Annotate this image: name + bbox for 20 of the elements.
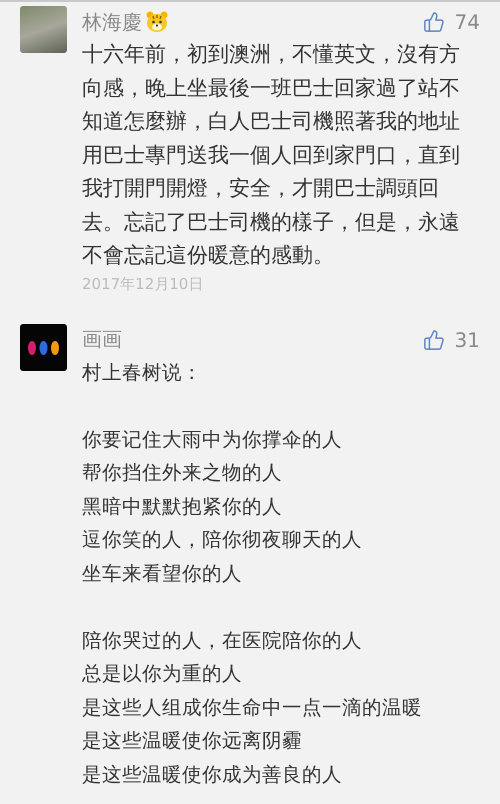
like-icon[interactable] [422, 11, 445, 33]
comment-line: 是这些温暖使你成为善良的人 [82, 762, 343, 788]
comment-line: 陪你哭过的人，在医院陪你的人 [82, 628, 363, 654]
avatar-drawing[interactable] [20, 324, 67, 370]
comment-line: 是这些温暖使你远离阴霾 [82, 728, 303, 754]
comment-line: 黑暗中默默抱紧你的人 [82, 494, 283, 520]
comment-text: 十六年前，初到澳洲，不懂英文，沒有方向感，晚上坐最後一班巴士回家過了站不知道怎麼辦，白人巴士司機照著我的地址用巴士專門送我一個人回到家門口，直到我打開門開燈，安全，才開巴士調頭回去。忘記了巴士司機的樣子，但是，永遠不會忘記這份暖意的感動。 [82, 41, 461, 269]
author-name[interactable]: 林海慶 [82, 8, 142, 36]
like-count: 74 [454, 10, 480, 34]
author-name[interactable]: 画画 [82, 326, 122, 353]
comment-line: 是这些人组成你生命中一点一滴的温暖 [82, 694, 423, 720]
comment-line: 你要记住大雨中为你撑伞的人 [82, 426, 343, 452]
like-icon[interactable] [422, 328, 445, 350]
like-count: 31 [454, 328, 480, 352]
comment-line: 坐车来看望你的人 [82, 560, 243, 586]
avatar-photo-placeholder[interactable] [20, 6, 67, 53]
comment-line: 帮你挡住外来之物的人 [82, 460, 283, 486]
comment-line: 总是以你为重的人 [82, 661, 243, 687]
comment-line: 村上春树说： [82, 360, 203, 386]
comment-line: 逗你笑的人，陪你彻夜聊天的人 [82, 527, 363, 553]
